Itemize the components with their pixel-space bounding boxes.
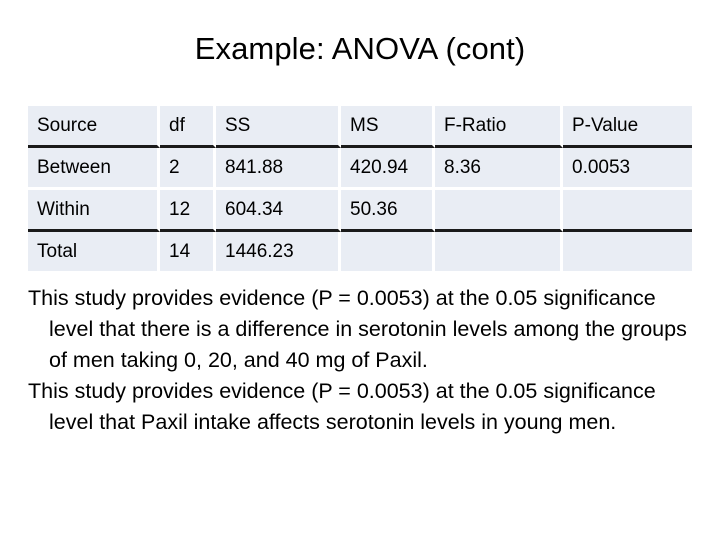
cell-f-ratio: [435, 190, 563, 232]
cell-p-value: 0.0053: [563, 148, 692, 190]
cell-f-ratio: [435, 232, 563, 271]
cell-ss: 1446.23: [216, 232, 341, 271]
body-text: This study provides evidence (P = 0.0053…: [28, 283, 698, 438]
cell-source: Between: [28, 148, 160, 190]
column-header-ss: SS: [216, 106, 341, 148]
cell-df: 14: [160, 232, 216, 271]
column-header-df: df: [160, 106, 216, 148]
column-header-source: Source: [28, 106, 160, 148]
cell-p-value: [563, 232, 692, 271]
anova-table: Source df SS MS F-Ratio P-Value Between …: [28, 106, 692, 271]
table-row: Within 12 604.34 50.36: [28, 190, 692, 232]
page-title: Example: ANOVA (cont): [194, 31, 526, 66]
cell-df: 2: [160, 148, 216, 190]
cell-ms: 50.36: [341, 190, 435, 232]
cell-f-ratio: 8.36: [435, 148, 563, 190]
cell-df: 12: [160, 190, 216, 232]
column-header-p-value: P-Value: [563, 106, 692, 148]
table-header-row: Source df SS MS F-Ratio P-Value: [28, 106, 692, 148]
cell-ss: 604.34: [216, 190, 341, 232]
slide: Example: ANOVA (cont) Source df SS MS F-…: [0, 0, 720, 540]
column-header-ms: MS: [341, 106, 435, 148]
table-row: Between 2 841.88 420.94 8.36 0.0053: [28, 148, 692, 190]
cell-source: Within: [28, 190, 160, 232]
conclusion-paragraph-1: This study provides evidence (P = 0.0053…: [28, 286, 693, 372]
cell-ms: [341, 232, 435, 271]
conclusion-paragraph-2: This study provides evidence (P = 0.0053…: [28, 379, 662, 434]
cell-ms: 420.94: [341, 148, 435, 190]
table-row: Total 14 1446.23: [28, 232, 692, 271]
cell-source: Total: [28, 232, 160, 271]
column-header-f-ratio: F-Ratio: [435, 106, 563, 148]
cell-p-value: [563, 190, 692, 232]
cell-ss: 841.88: [216, 148, 341, 190]
